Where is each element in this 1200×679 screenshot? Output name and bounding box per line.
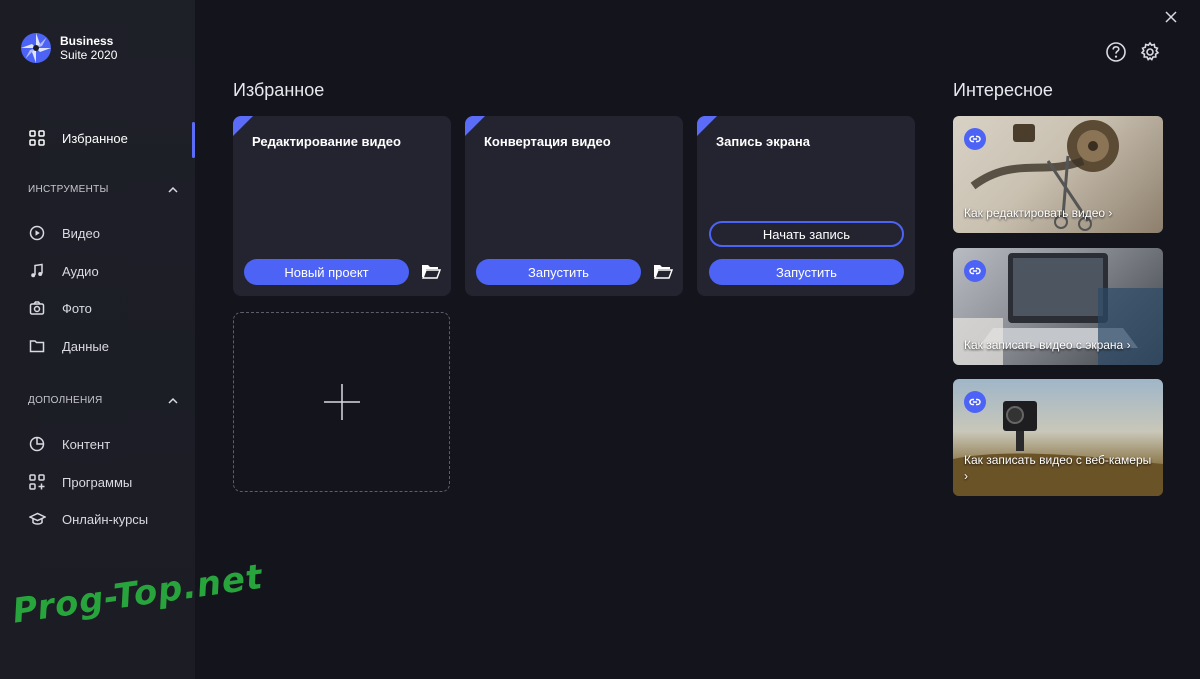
card-video-conversion: Конвертация видео Запустить	[465, 116, 683, 296]
launch-recorder-button[interactable]: Запустить	[709, 259, 904, 285]
start-recording-button[interactable]: Начать запись	[709, 221, 904, 247]
app-logo: Business Suite 2020	[20, 32, 117, 64]
link-icon	[964, 391, 986, 413]
section-header-label: ДОПОЛНЕНИЯ	[28, 395, 103, 406]
tile-caption: Как записать видео с веб-камеры ›	[964, 453, 1152, 483]
card-title: Конвертация видео	[484, 134, 611, 149]
sidebar-item-programs[interactable]: Программы	[0, 464, 195, 500]
app-name-line2: Suite 2020	[60, 48, 118, 62]
card-corner-accent	[465, 116, 485, 136]
link-icon	[964, 260, 986, 282]
app-name: Business Suite 2020	[60, 34, 117, 62]
grid-icon	[28, 129, 46, 147]
tile-how-to-edit-video[interactable]: Как редактировать видео ›	[953, 116, 1163, 233]
new-project-button[interactable]: Новый проект	[244, 259, 409, 285]
card-video-editing: Редактирование видео Новый проект	[233, 116, 451, 296]
open-folder-icon[interactable]	[421, 262, 441, 280]
launch-converter-button[interactable]: Запустить	[476, 259, 641, 285]
apps-plus-icon	[28, 473, 46, 491]
link-icon	[964, 128, 986, 150]
sidebar-item-label: Видео	[62, 225, 100, 241]
add-favorite-tile[interactable]	[233, 312, 450, 492]
app-name-line1: Business	[60, 34, 114, 48]
card-screen-recording: Запись экрана Начать запись Запустить	[697, 116, 915, 296]
sidebar-item-video[interactable]: Видео	[0, 215, 195, 251]
addons-section-header[interactable]: ДОПОЛНЕНИЯ	[28, 395, 178, 406]
camera-icon	[28, 299, 46, 317]
open-folder-icon[interactable]	[653, 262, 673, 280]
gear-icon[interactable]	[1139, 41, 1161, 63]
favorites-title: Избранное	[233, 80, 325, 100]
sidebar-item-label: Избранное	[62, 130, 128, 146]
sidebar-item-label: Онлайн-курсы	[62, 511, 149, 527]
sidebar-item-data[interactable]: Данные	[0, 328, 195, 364]
tile-how-to-record-screen[interactable]: Как записать видео с экрана ›	[953, 248, 1163, 365]
music-note-icon	[28, 262, 46, 280]
folder-icon	[28, 337, 46, 355]
sidebar-item-label: Программы	[62, 474, 133, 490]
sidebar-item-content[interactable]: Контент	[0, 426, 195, 462]
aperture-logo-icon	[21, 33, 51, 63]
sidebar-item-audio[interactable]: Аудио	[0, 253, 195, 289]
graduation-cap-icon	[28, 510, 46, 528]
tools-section-header[interactable]: ИНСТРУМЕНТЫ	[28, 184, 178, 195]
sidebar-item-photo[interactable]: Фото	[0, 290, 195, 326]
tile-caption: Как редактировать видео ›	[964, 206, 1113, 220]
sidebar-item-label: Контент	[62, 436, 111, 452]
tile-caption: Как записать видео с экрана ›	[964, 338, 1131, 352]
interesting-title: Интересное	[953, 80, 1053, 100]
card-title: Запись экрана	[716, 134, 810, 149]
chevron-up-icon	[168, 397, 178, 404]
sidebar-item-favorites[interactable]: Избранное	[0, 120, 195, 158]
tile-how-to-record-webcam[interactable]: Как записать видео с веб-камеры ›	[953, 379, 1163, 496]
pie-chart-icon	[28, 435, 46, 453]
close-window-icon[interactable]	[1164, 10, 1178, 24]
section-header-label: ИНСТРУМЕНТЫ	[28, 184, 109, 195]
sidebar-item-label: Данные	[62, 338, 109, 354]
card-corner-accent	[697, 116, 717, 136]
plus-icon	[323, 384, 360, 420]
sidebar-item-online-courses[interactable]: Онлайн-курсы	[0, 501, 195, 537]
sidebar-item-label: Фото	[62, 300, 92, 316]
card-corner-accent	[233, 116, 253, 136]
chevron-up-icon	[168, 186, 178, 193]
sidebar-item-label: Аудио	[62, 263, 99, 279]
help-icon[interactable]	[1105, 41, 1127, 63]
card-title: Редактирование видео	[252, 134, 401, 149]
play-circle-icon	[28, 224, 46, 242]
